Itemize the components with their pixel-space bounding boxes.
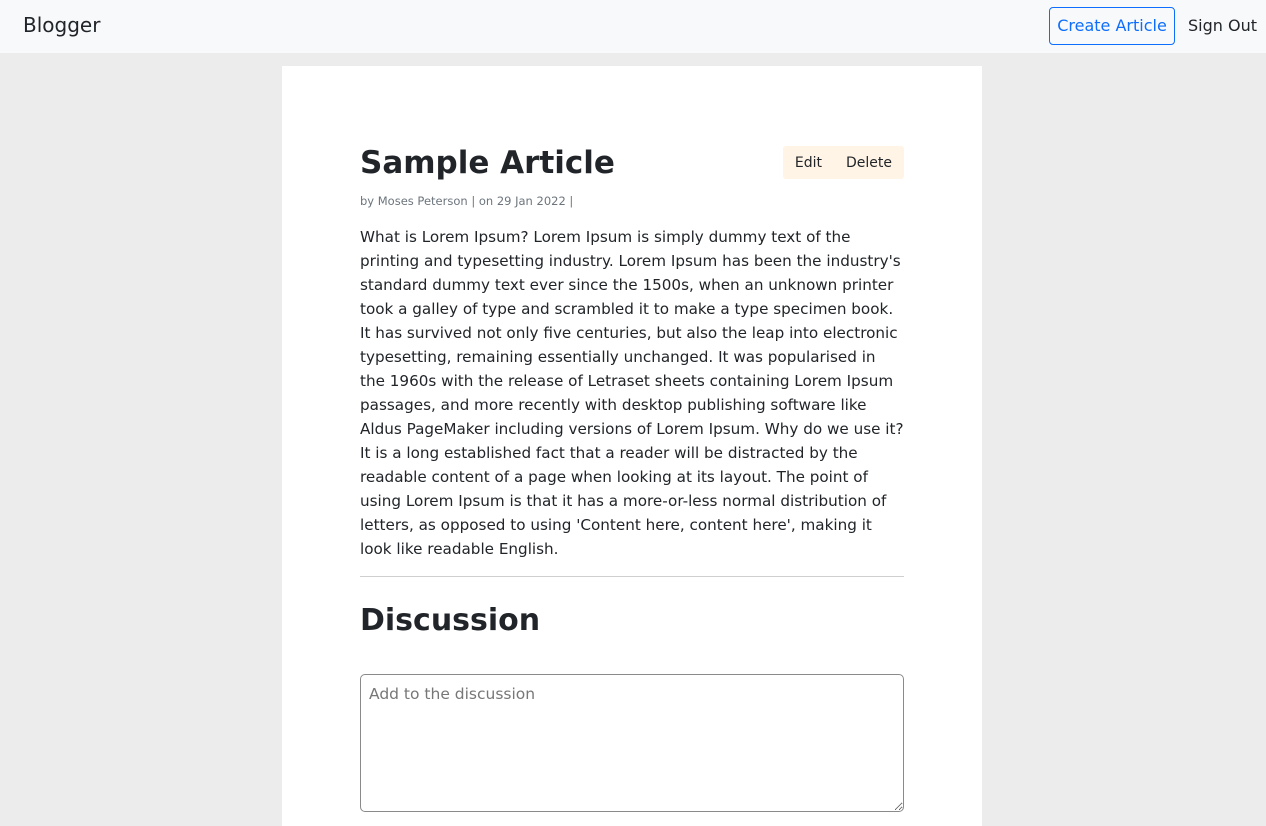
article-content: Sample Article Edit Delete by Moses Pete… [360, 144, 904, 812]
article-card: Sample Article Edit Delete by Moses Pete… [282, 66, 982, 826]
article-body: What is Lorem Ipsum? Lorem Ipsum is simp… [360, 228, 904, 558]
article-meta: by Moses Peterson | on 29 Jan 2022 | [360, 194, 574, 208]
article-actions: Edit Delete [782, 146, 904, 179]
divider [360, 576, 904, 577]
top-navbar: Blogger Create Article Sign Out [0, 0, 1266, 53]
discussion-input[interactable] [360, 674, 904, 812]
brand-link[interactable]: Blogger [23, 13, 100, 37]
article-header: Sample Article Edit Delete [360, 144, 904, 182]
create-article-button[interactable]: Create Article [1049, 7, 1175, 45]
sign-out-link[interactable]: Sign Out [1188, 16, 1257, 35]
delete-button[interactable]: Delete [834, 146, 904, 179]
discussion-heading: Discussion [360, 603, 541, 638]
edit-button[interactable]: Edit [783, 146, 834, 179]
